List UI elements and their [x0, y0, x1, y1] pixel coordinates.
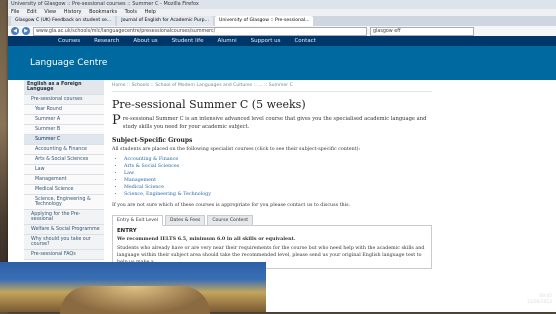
- sidebar-item[interactable]: Pre-sessional FAQs: [24, 250, 104, 260]
- nav-contact[interactable]: Contact: [294, 36, 315, 46]
- sidebar-item[interactable]: Pre-sessional courses: [24, 95, 104, 105]
- subject-link[interactable]: Arts & Social Sciences: [124, 163, 432, 170]
- sidebar-item[interactable]: Accounting & Finance: [24, 145, 104, 155]
- address-bar[interactable]: www.gla.ac.uk/schools/mlc/languagecentre…: [33, 26, 367, 36]
- subject-link[interactable]: Law: [124, 170, 432, 177]
- menu-help[interactable]: Help: [145, 9, 156, 15]
- sidebar-item[interactable]: Medical Science: [24, 185, 104, 195]
- drop-cap: P: [112, 113, 121, 128]
- entry-heading: ENTRY: [117, 228, 137, 234]
- section-heading: Subject-Specific Groups: [112, 137, 193, 144]
- nav-research[interactable]: Research: [94, 36, 119, 46]
- subject-link[interactable]: Management: [124, 177, 432, 184]
- browser-tab[interactable]: Journal of English for Academic Purp...: [117, 16, 213, 26]
- nav-student-life[interactable]: Student life: [172, 36, 204, 46]
- menu-edit[interactable]: Edit: [27, 9, 37, 15]
- subject-link[interactable]: Medical Science: [124, 184, 432, 191]
- tab-dates-fees[interactable]: Dates & Fees: [165, 215, 206, 226]
- tab-entry-exit[interactable]: Entry & Exit Level: [112, 215, 164, 226]
- site-top-nav: Courses Research About us Student life A…: [8, 36, 556, 46]
- clock-date: 12/06/2012: [526, 300, 552, 305]
- nav-support-us[interactable]: Support us: [251, 36, 281, 46]
- sidebar-nav: English as a Foreign Language Pre-sessio…: [24, 80, 104, 260]
- window-title: University of Glasgow :: Pre-sessional c…: [8, 0, 556, 9]
- menu-bar: File Edit View History Bookmarks Tools H…: [8, 9, 556, 16]
- browser-tab-active[interactable]: University of Glasgow :: Pre-sessional..…: [214, 16, 314, 26]
- menu-bookmarks[interactable]: Bookmarks: [89, 9, 117, 15]
- sidebar-item-selected[interactable]: Summer C: [24, 135, 104, 145]
- lead-paragraph: P re-sessional Summer C is an intensive …: [112, 113, 432, 131]
- sidebar-item[interactable]: Summer A: [24, 115, 104, 125]
- sidebar-item[interactable]: Arts & Social Sciences: [24, 155, 104, 165]
- sidebar-item[interactable]: Management: [24, 175, 104, 185]
- nav-courses[interactable]: Courses: [58, 36, 80, 46]
- sidebar-item[interactable]: Why should you take our course?: [24, 235, 104, 250]
- back-arrow-icon[interactable]: ◀: [11, 27, 19, 35]
- sidebar-item[interactable]: Year Round: [24, 105, 104, 115]
- nav-about-us[interactable]: About us: [133, 36, 157, 46]
- subject-list: Accounting & Finance Arts & Social Scien…: [112, 156, 432, 198]
- tab-bar: Glasgow C (UK) Feedback on student se...…: [8, 16, 556, 26]
- sidebar-item[interactable]: Summer B: [24, 125, 104, 135]
- overlapping-photo-window[interactable]: [0, 262, 266, 314]
- lead-text: re-sessional Summer C is an intensive ad…: [122, 116, 427, 130]
- search-bar[interactable]: glasgow eff: [370, 26, 474, 36]
- sidebar-item[interactable]: Applying for the Pre-sessional: [24, 210, 104, 225]
- browser-tab[interactable]: Glasgow C (UK) Feedback on student se...: [11, 16, 116, 26]
- menu-history[interactable]: History: [64, 9, 82, 15]
- entry-requirement: We recommend IELTS 6.5, minimum 6.0 in a…: [117, 236, 296, 242]
- unsure-note: If you are not sure which of these cours…: [112, 203, 351, 208]
- page-title: Pre-sessional Summer C (5 weeks): [112, 98, 306, 111]
- menu-view[interactable]: View: [44, 9, 56, 15]
- menu-file[interactable]: File: [11, 9, 19, 15]
- subject-link[interactable]: Accounting & Finance: [124, 156, 432, 163]
- section-intro: All students are placed on the following…: [112, 147, 361, 152]
- site-banner: Language Centre: [8, 46, 556, 80]
- main-content: Home :: Schools :: School of Modern Lang…: [112, 80, 432, 269]
- taskbar-clock: 09:45 12/06/2012: [527, 294, 552, 306]
- subject-link[interactable]: Science, Engineering & Technology: [124, 191, 432, 198]
- sidebar-item[interactable]: Science, Engineering & Technology: [24, 195, 104, 210]
- sidebar-item[interactable]: Welfare & Social Programme: [24, 225, 104, 235]
- tab-course-content[interactable]: Course Content: [207, 215, 254, 226]
- menu-tools[interactable]: Tools: [125, 9, 137, 15]
- nav-alumni[interactable]: Alumni: [217, 36, 236, 46]
- sidebar-item[interactable]: Law: [24, 165, 104, 175]
- breadcrumb[interactable]: Home :: Schools :: School of Modern Lang…: [112, 80, 432, 92]
- sidebar-item[interactable]: English as a Foreign Language: [24, 80, 104, 95]
- forward-arrow-icon[interactable]: ▶: [22, 27, 30, 35]
